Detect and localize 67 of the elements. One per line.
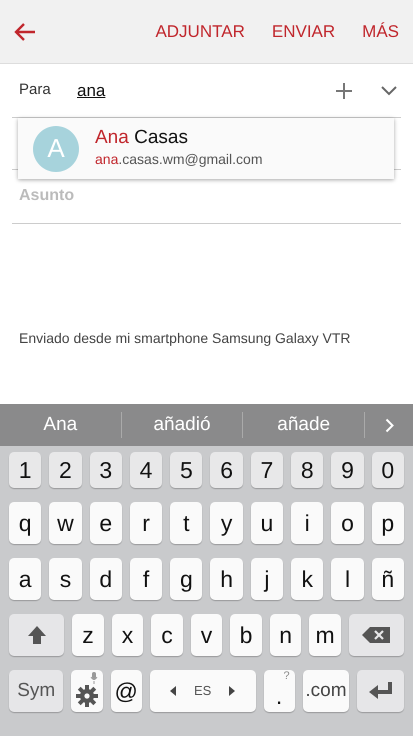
letter-key[interactable]: n: [270, 614, 302, 656]
letter-key[interactable]: c: [151, 614, 183, 656]
settings-key[interactable]: [71, 670, 103, 712]
chevron-down-icon[interactable]: [381, 86, 397, 96]
letter-key[interactable]: v: [190, 614, 222, 656]
backspace-icon: [362, 627, 390, 643]
contact-email: ana.casas.wm@gmail.com: [95, 150, 262, 170]
symbols-key[interactable]: Sym: [9, 670, 64, 712]
shift-key[interactable]: [9, 614, 64, 656]
number-key[interactable]: 0: [372, 452, 404, 488]
contact-avatar: A: [33, 126, 79, 172]
enter-key[interactable]: [357, 670, 404, 712]
letter-key[interactable]: z: [72, 614, 104, 656]
letter-key[interactable]: ñ: [372, 558, 404, 600]
letter-key[interactable]: r: [130, 502, 162, 544]
letter-key[interactable]: y: [210, 502, 243, 544]
chevron-right-icon[interactable]: [384, 418, 394, 432]
toolbar-action[interactable]: ADJUNTAR: [155, 18, 245, 44]
letter-key[interactable]: g: [170, 558, 202, 600]
letter-key[interactable]: j: [250, 558, 284, 600]
letter-key[interactable]: b: [230, 614, 262, 656]
number-key[interactable]: 6: [210, 452, 243, 488]
signature-text: Enviado desde mi smartphone Samsung Galaxy VTR: [18, 329, 352, 348]
number-key[interactable]: 5: [170, 452, 202, 488]
period-key[interactable]: . ?: [264, 670, 295, 712]
letter-key[interactable]: f: [130, 558, 162, 600]
letter-key[interactable]: l: [331, 558, 364, 600]
triangle-right-icon: [229, 686, 236, 696]
letter-key[interactable]: s: [49, 558, 82, 600]
number-key[interactable]: 9: [331, 452, 364, 488]
arrow-up-icon: [26, 625, 47, 645]
number-key[interactable]: 1: [9, 452, 42, 488]
letter-key[interactable]: x: [112, 614, 144, 656]
letter-key[interactable]: o: [331, 502, 364, 544]
letter-key[interactable]: d: [90, 558, 122, 600]
letter-key[interactable]: @: [110, 670, 142, 712]
number-key[interactable]: 8: [291, 452, 324, 488]
letter-key[interactable]: e: [90, 502, 122, 544]
recipient-input[interactable]: ana: [77, 78, 106, 104]
letter-key[interactable]: h: [210, 558, 243, 600]
toolbar-action[interactable]: MÁS: [362, 18, 399, 44]
number-key[interactable]: 7: [250, 452, 284, 488]
letter-key[interactable]: a: [9, 558, 42, 600]
contact-suggestion[interactable]: A Ana Casas ana.casas.wm@gmail.com: [18, 118, 394, 179]
gear-icon: [76, 685, 98, 707]
microphone-icon: [90, 672, 98, 684]
recipient-label: Para: [19, 80, 52, 100]
backspace-key[interactable]: [348, 614, 404, 656]
letter-key[interactable]: q: [9, 502, 42, 544]
letter-key[interactable]: i: [291, 502, 324, 544]
add-icon[interactable]: [335, 82, 353, 100]
number-key[interactable]: 4: [130, 452, 162, 488]
triangle-left-icon: [170, 686, 176, 696]
return-icon: [368, 681, 394, 701]
domain-key[interactable]: .com: [302, 670, 350, 712]
number-key[interactable]: 3: [90, 452, 122, 488]
space-key[interactable]: ES: [150, 670, 256, 712]
contact-name: Ana Casas: [95, 126, 189, 150]
letter-key[interactable]: w: [49, 502, 82, 544]
letter-key[interactable]: m: [309, 614, 341, 656]
letter-key[interactable]: k: [291, 558, 324, 600]
letter-key[interactable]: u: [250, 502, 284, 544]
number-key[interactable]: 2: [49, 452, 82, 488]
back-icon[interactable]: [14, 22, 36, 40]
letter-key[interactable]: t: [170, 502, 202, 544]
toolbar-action[interactable]: ENVIAR: [272, 18, 336, 44]
letter-key[interactable]: p: [372, 502, 404, 544]
